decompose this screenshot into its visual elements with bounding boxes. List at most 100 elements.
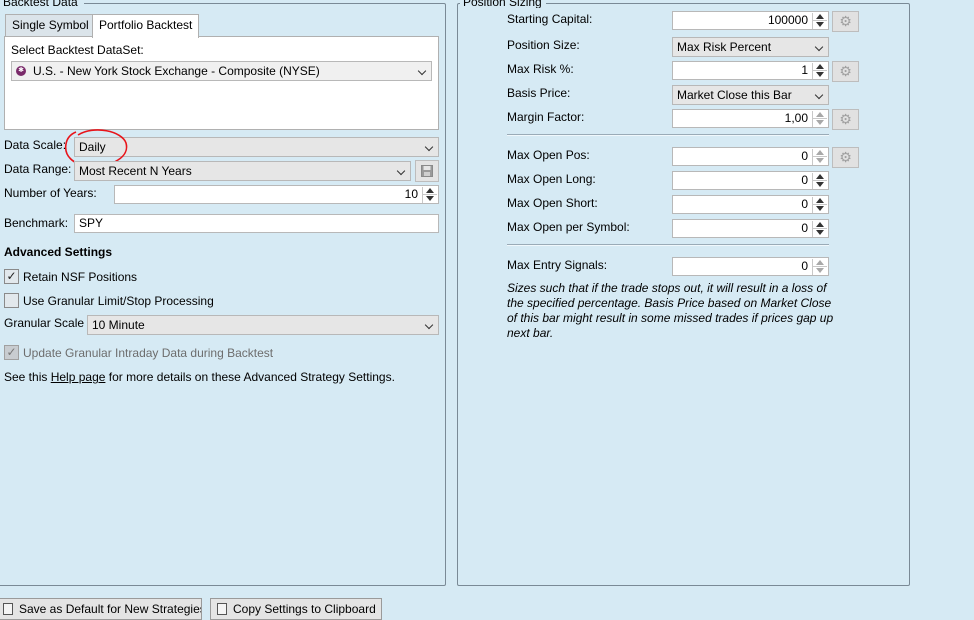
margin-factor-label: Margin Factor: <box>507 110 585 124</box>
granular-scale-label: Granular Scale <box>4 316 85 330</box>
clipboard-icon <box>217 603 227 615</box>
stepper-down-icon[interactable] <box>813 157 827 165</box>
years-label: Number of Years: <box>4 186 97 200</box>
retain-nsf-label[interactable]: Retain NSF Positions <box>23 269 137 285</box>
max-open-long-value: 0 <box>801 173 808 187</box>
stepper-up-icon[interactable] <box>813 13 827 21</box>
years-stepper[interactable] <box>422 187 437 203</box>
starting-capital-value: 100000 <box>767 13 808 27</box>
benchmark-label: Benchmark: <box>4 216 69 230</box>
max-risk-input[interactable]: 1 <box>672 61 829 80</box>
help-suffix: for more details on these Advanced Strat… <box>108 370 395 384</box>
stepper-down-icon[interactable] <box>813 21 827 29</box>
max-open-pos-value: 0 <box>801 149 808 163</box>
tab-single-symbol[interactable]: Single Symbol <box>5 14 96 36</box>
granular-processing-label[interactable]: Use Granular Limit/Stop Processing <box>23 293 214 309</box>
stepper-down-icon[interactable] <box>813 119 827 127</box>
starting-capital-optimize-button[interactable]: ⚙ <box>832 11 859 32</box>
stepper-up-icon[interactable] <box>813 197 827 205</box>
retain-nsf-checkbox[interactable]: ✓ <box>4 269 19 284</box>
starting-capital-label: Starting Capital: <box>507 12 593 26</box>
max-open-long-stepper[interactable] <box>812 173 827 189</box>
max-open-short-value: 0 <box>801 197 808 211</box>
dataset-label: Select Backtest DataSet: <box>11 43 144 57</box>
max-open-short-stepper[interactable] <box>812 197 827 213</box>
max-entry-signals-stepper[interactable] <box>812 259 827 275</box>
gear-icon: ⚙ <box>839 111 852 127</box>
chevron-down-icon <box>424 320 434 330</box>
copy-settings-button[interactable]: Copy Settings to Clipboard <box>210 598 382 620</box>
stepper-down-icon[interactable] <box>813 229 827 237</box>
max-risk-stepper[interactable] <box>812 63 827 79</box>
stepper-up-icon[interactable] <box>813 221 827 229</box>
stepper-down-icon[interactable] <box>813 267 827 275</box>
stepper-up-icon[interactable] <box>813 111 827 119</box>
backtest-data-title: Backtest Data <box>0 0 84 8</box>
starting-capital-input[interactable]: 100000 <box>672 11 829 30</box>
stepper-up-icon[interactable] <box>813 173 827 181</box>
chevron-down-icon <box>814 90 824 100</box>
chevron-down-icon <box>814 42 824 52</box>
margin-factor-input[interactable]: 1,00 <box>672 109 829 128</box>
help-prefix: See this <box>4 370 48 384</box>
save-default-label: Save as Default for New Strategies <box>19 602 202 616</box>
dataset-value: U.S. - New York Stock Exchange - Composi… <box>33 64 320 78</box>
data-range-value: Most Recent N Years <box>79 164 192 178</box>
benchmark-input[interactable]: SPY <box>74 214 439 233</box>
save-default-icon <box>3 603 13 615</box>
max-open-pos-input[interactable]: 0 <box>672 147 829 166</box>
tab-portfolio-backtest[interactable]: Portfolio Backtest <box>92 14 200 38</box>
granular-processing-checkbox[interactable] <box>4 293 19 308</box>
max-entry-signals-input[interactable]: 0 <box>672 257 829 276</box>
max-open-long-label: Max Open Long: <box>507 172 596 186</box>
update-granular-label: Update Granular Intraday Data during Bac… <box>23 346 274 360</box>
floppy-disk-icon <box>421 165 433 177</box>
max-risk-optimize-button[interactable]: ⚙ <box>832 61 859 82</box>
years-value: 10 <box>404 187 418 201</box>
stepper-up-icon[interactable] <box>423 187 437 195</box>
data-scale-label: Data Scale: <box>4 138 67 152</box>
margin-factor-optimize-button[interactable]: ⚙ <box>832 109 859 130</box>
max-risk-value: 1 <box>801 63 808 77</box>
data-range-label: Data Range: <box>4 162 72 176</box>
stepper-up-icon[interactable] <box>813 149 827 157</box>
margin-factor-stepper[interactable] <box>812 111 827 127</box>
basis-price-select[interactable]: Market Close this Bar <box>672 85 829 105</box>
position-size-description: Sizes such that if the trade stops out, … <box>507 281 834 340</box>
stepper-down-icon[interactable] <box>813 181 827 189</box>
position-size-select[interactable]: Max Risk Percent <box>672 37 829 57</box>
save-range-button[interactable] <box>415 160 439 182</box>
help-text: See this Help page for more details on t… <box>4 369 395 385</box>
granular-scale-select[interactable]: 10 Minute <box>87 315 439 335</box>
years-input[interactable]: 10 <box>114 185 439 204</box>
chevron-down-icon <box>396 166 406 176</box>
margin-factor-value: 1,00 <box>784 111 808 125</box>
save-default-button[interactable]: Save as Default for New Strategies <box>0 598 202 620</box>
stepper-up-icon[interactable] <box>813 63 827 71</box>
stepper-up-icon[interactable] <box>813 259 827 267</box>
position-size-label: Position Size: <box>507 38 580 52</box>
max-open-pos-label: Max Open Pos: <box>507 148 590 162</box>
max-open-pos-stepper[interactable] <box>812 149 827 165</box>
data-range-select[interactable]: Most Recent N Years <box>74 161 411 181</box>
copy-settings-label: Copy Settings to Clipboard <box>233 602 376 616</box>
basis-price-label: Basis Price: <box>507 86 571 100</box>
dataset-select[interactable]: ✱ U.S. - New York Stock Exchange - Compo… <box>11 61 432 81</box>
max-open-per-symbol-input[interactable]: 0 <box>672 219 829 238</box>
max-open-pos-optimize-button[interactable]: ⚙ <box>832 147 859 168</box>
help-page-link[interactable]: Help page <box>51 370 106 384</box>
stepper-down-icon[interactable] <box>423 195 437 203</box>
basis-price-value: Market Close this Bar <box>677 88 792 102</box>
max-open-short-input[interactable]: 0 <box>672 195 829 214</box>
max-entry-signals-label: Max Entry Signals: <box>507 258 608 272</box>
dataset-icon: ✱ <box>16 66 26 76</box>
gear-icon: ⚙ <box>839 149 852 165</box>
stepper-down-icon[interactable] <box>813 205 827 213</box>
max-open-per-symbol-stepper[interactable] <box>812 221 827 237</box>
max-open-long-input[interactable]: 0 <box>672 171 829 190</box>
stepper-down-icon[interactable] <box>813 71 827 79</box>
update-granular-checkbox[interactable]: ✓ <box>4 345 19 360</box>
max-open-per-symbol-value: 0 <box>801 221 808 235</box>
starting-capital-stepper[interactable] <box>812 13 827 29</box>
chevron-down-icon <box>417 66 427 76</box>
